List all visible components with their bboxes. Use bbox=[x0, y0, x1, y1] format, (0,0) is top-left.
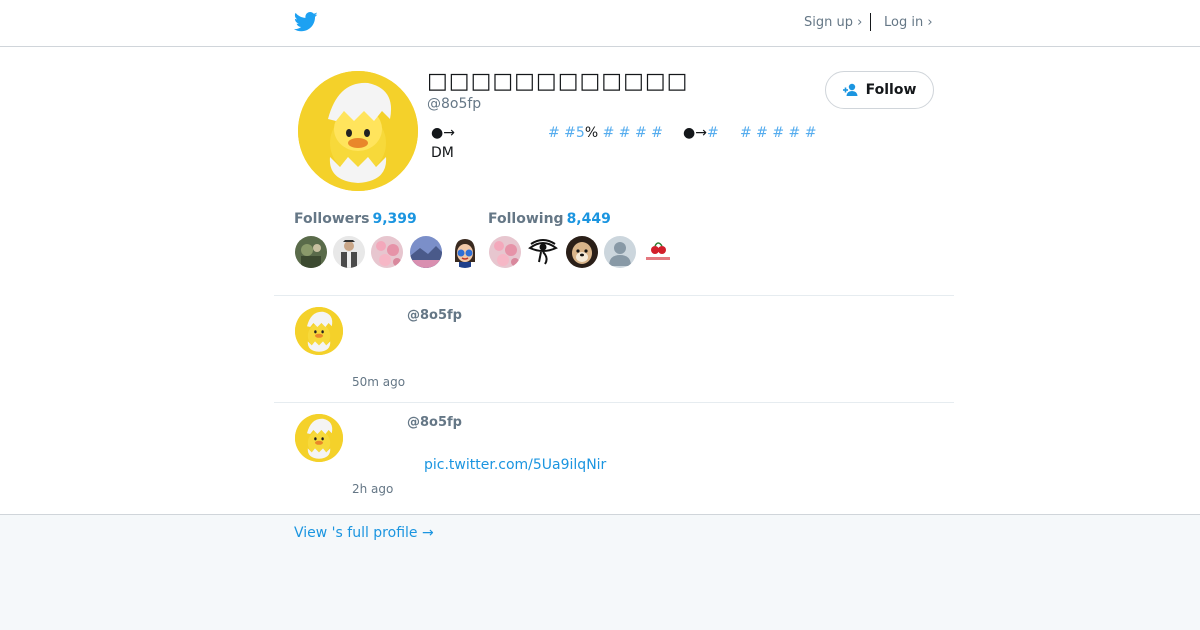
bio-segment: # #5% # # # # bbox=[548, 125, 663, 141]
follow-button-label: Follow bbox=[865, 82, 917, 98]
bio-dm-text: DM bbox=[431, 145, 454, 161]
bio-segment: ●→# bbox=[683, 125, 719, 141]
hashtag-link[interactable]: # # # # bbox=[598, 125, 663, 141]
tweet-divider bbox=[274, 295, 954, 296]
profile-handle: @8o5fp bbox=[427, 96, 482, 112]
view-full-profile-link[interactable]: View 's full profile → bbox=[294, 525, 434, 541]
follower-avatar[interactable] bbox=[410, 236, 442, 268]
followers-stat[interactable]: Followers 9,399 bbox=[294, 211, 417, 227]
followers-label: Followers bbox=[294, 211, 370, 227]
following-label: Following bbox=[488, 211, 564, 227]
follow-button[interactable]: Follow bbox=[825, 71, 934, 109]
hashtag-link[interactable]: # # bbox=[548, 125, 576, 141]
bio-text: ●→ bbox=[683, 125, 707, 141]
bio-segment: ●→ bbox=[431, 125, 455, 141]
profile-card bbox=[0, 47, 1200, 515]
top-bar: Sign up › Log in › bbox=[0, 0, 1200, 47]
follower-avatar[interactable] bbox=[333, 236, 365, 268]
following-count: 8,449 bbox=[566, 211, 611, 227]
tweet-divider bbox=[274, 402, 954, 403]
hashtag-link[interactable]: 5 bbox=[576, 125, 585, 141]
twitter-bird-icon[interactable] bbox=[294, 11, 318, 33]
profile-avatar[interactable] bbox=[298, 71, 418, 191]
tweet-timestamp[interactable]: 2h ago bbox=[352, 482, 393, 496]
divider bbox=[870, 13, 871, 31]
tweet-handle[interactable]: @8o5fp bbox=[407, 415, 462, 430]
tweet-avatar[interactable] bbox=[295, 414, 343, 462]
follower-avatar[interactable] bbox=[449, 236, 481, 268]
bio-segment: # # # # # bbox=[740, 125, 816, 141]
hashtag-link[interactable]: # # # # # bbox=[740, 125, 816, 141]
sign-up-link[interactable]: Sign up › bbox=[804, 15, 862, 30]
tweet-media-link[interactable]: pic.twitter.com/5Ua9ilqNir bbox=[424, 457, 606, 473]
add-user-icon bbox=[842, 83, 858, 96]
tweet-avatar[interactable] bbox=[295, 307, 343, 355]
tweet-timestamp[interactable]: 50m ago bbox=[352, 375, 405, 389]
hashtag-link[interactable]: # bbox=[707, 125, 719, 141]
bio-text: % bbox=[584, 125, 599, 141]
following-stat[interactable]: Following 8,449 bbox=[488, 211, 611, 227]
tweet-handle[interactable]: @8o5fp bbox=[407, 308, 462, 323]
followers-count: 9,399 bbox=[372, 211, 417, 227]
display-name: □□□□□□□□□□□□ bbox=[427, 69, 689, 94]
log-in-link[interactable]: Log in › bbox=[884, 15, 933, 30]
chick-avatar-icon bbox=[298, 71, 418, 191]
following-avatar[interactable] bbox=[604, 236, 636, 268]
following-avatar[interactable] bbox=[489, 236, 521, 268]
following-avatar[interactable] bbox=[566, 236, 598, 268]
follower-avatar[interactable] bbox=[295, 236, 327, 268]
follower-avatar[interactable] bbox=[371, 236, 403, 268]
following-avatar[interactable] bbox=[642, 236, 674, 268]
following-avatar[interactable] bbox=[527, 236, 559, 268]
